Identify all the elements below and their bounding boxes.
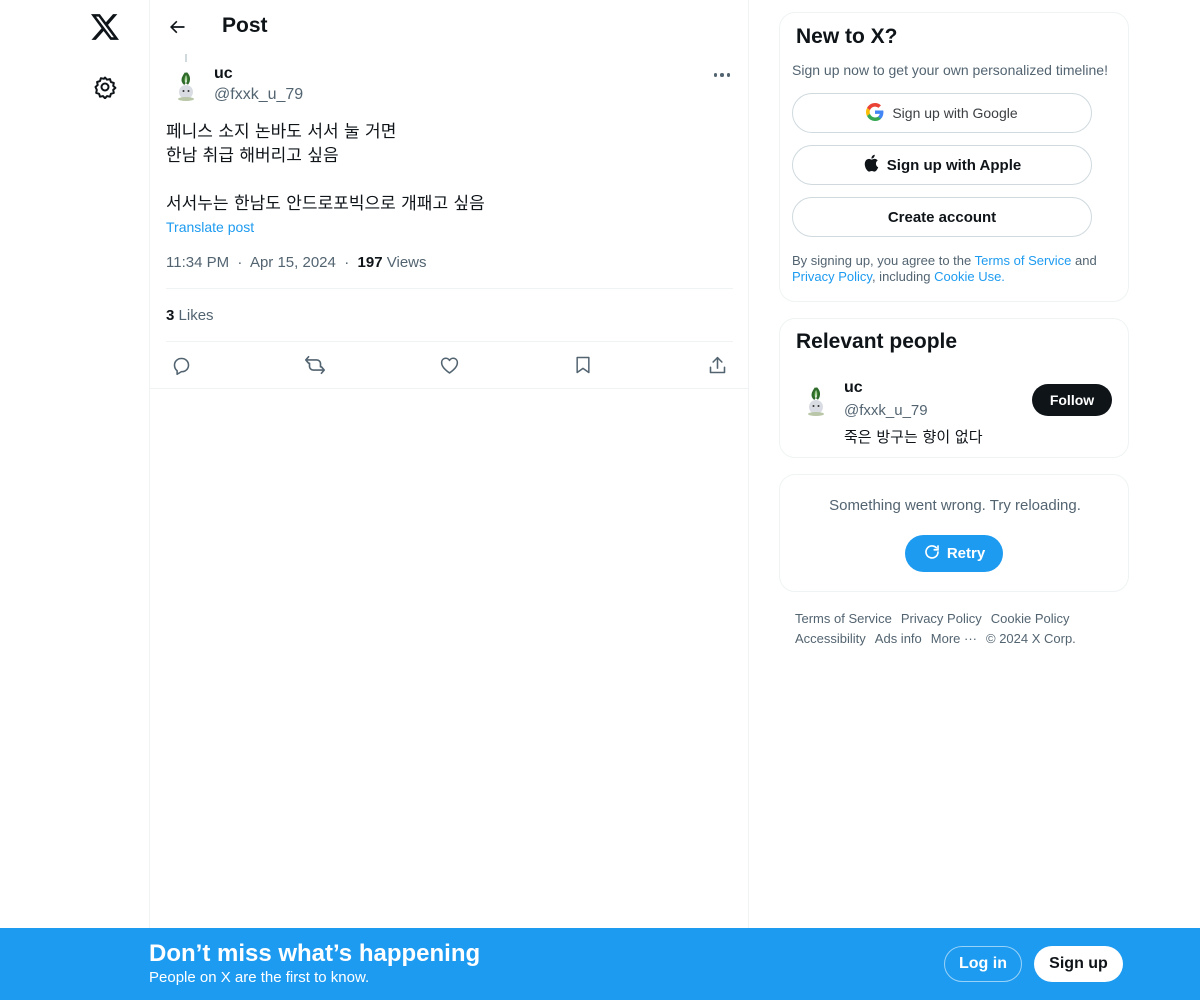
signup-card: New to X? Sign up now to get your own pe… <box>779 12 1129 302</box>
avatar[interactable] <box>166 64 206 104</box>
google-icon <box>866 102 884 124</box>
signup-subtitle: Sign up now to get your own personalized… <box>792 62 1108 78</box>
separator-dot: · <box>340 254 354 271</box>
likes-label: Likes <box>178 307 214 324</box>
signup-apple-button[interactable]: Sign up with Apple <box>792 145 1092 185</box>
footer-link[interactable]: Privacy Policy <box>901 611 982 626</box>
likes-count: 3 <box>166 307 175 324</box>
signup-button[interactable]: Sign up <box>1034 946 1123 982</box>
views-label: Views <box>386 254 427 271</box>
bottom-bar-title: Don’t miss what’s happening <box>149 940 481 967</box>
bottom-bar-subtitle: People on X are the first to know. <box>149 969 370 986</box>
author-name[interactable]: uc <box>214 65 233 83</box>
error-message: Something went wrong. Try reloading. <box>829 497 1081 514</box>
person-name[interactable]: uc <box>844 379 863 397</box>
divider <box>166 288 733 289</box>
retry-label: Retry <box>946 545 986 562</box>
login-button[interactable]: Log in <box>944 946 1022 982</box>
repost-icon[interactable] <box>303 353 327 377</box>
signup-legal-text: By signing up, you agree to the Terms of… <box>792 253 1122 285</box>
post-line: 한남 취급 해버리고 싶음 <box>166 146 339 166</box>
footer-link[interactable]: Ads info <box>875 631 922 646</box>
error-card: Something went wrong. Try reloading. Ret… <box>779 474 1129 592</box>
post-header: Post <box>150 0 749 54</box>
footer-link[interactable]: Cookie Policy <box>991 611 1070 626</box>
x-logo-icon[interactable] <box>90 12 120 42</box>
likes-row[interactable]: 3 Likes <box>166 307 214 324</box>
terms-link[interactable]: Terms of Service <box>975 253 1072 268</box>
retry-button[interactable]: Retry <box>905 535 1003 572</box>
create-account-button[interactable]: Create account <box>792 197 1092 237</box>
footer-more-link[interactable]: More ··· <box>931 631 977 646</box>
legal-text: By signing up, you agree to the <box>792 253 975 268</box>
person-bio: 죽은 방구는 향이 없다 <box>844 428 983 446</box>
left-nav <box>0 0 150 1000</box>
privacy-link[interactable]: Privacy Policy <box>792 269 872 284</box>
bottom-signup-bar: Don’t miss what’s happening People on X … <box>0 928 1200 1000</box>
signup-google-button[interactable]: Sign up with Google <box>792 93 1092 133</box>
thread-connector <box>185 54 187 62</box>
main-column: Post uc @fxxk_u_79 페니스 소지 논바도 서서 눌 거면 한남… <box>150 0 749 1000</box>
relevant-people-card: Relevant people uc @fxxk_u_79 죽은 방구는 향이 … <box>779 318 1129 458</box>
cookie-link[interactable]: Cookie Use. <box>934 269 1005 284</box>
author-handle[interactable]: @fxxk_u_79 <box>214 86 303 104</box>
follow-button[interactable]: Follow <box>1032 384 1112 416</box>
translate-post-link[interactable]: Translate post <box>166 219 254 235</box>
page-title: Post <box>222 14 268 37</box>
share-icon[interactable] <box>705 353 729 377</box>
post-meta: 11:34 PM · Apr 15, 2024 · 197 Views <box>166 254 427 271</box>
relevant-people-title: Relevant people <box>796 330 958 353</box>
post-line: 페니스 소지 논바도 서서 눌 거면 <box>166 122 397 142</box>
post-date[interactable]: Apr 15, 2024 <box>250 254 336 271</box>
post-line: 서서누는 한남도 안드로포빅으로 개패고 싶음 <box>166 194 485 214</box>
person-handle[interactable]: @fxxk_u_79 <box>844 402 928 419</box>
footer-links: Terms of Service Privacy Policy Cookie Pol… <box>795 609 1125 649</box>
post-actions <box>150 342 749 389</box>
signup-google-label: Sign up with Google <box>892 105 1018 121</box>
legal-text: , including <box>871 269 935 284</box>
apple-icon <box>863 154 879 176</box>
more-options-icon[interactable] <box>708 64 736 86</box>
avatar[interactable] <box>796 379 836 419</box>
legal-text: and <box>1071 253 1097 268</box>
arrow-left-icon[interactable] <box>164 14 190 40</box>
signup-title: New to X? <box>796 25 898 48</box>
footer-link[interactable]: Accessibility <box>795 631 866 646</box>
post-line <box>166 168 726 192</box>
like-icon[interactable] <box>437 353 461 377</box>
create-account-label: Create account <box>887 208 997 226</box>
refresh-icon <box>923 543 941 565</box>
post-text: 페니스 소지 논바도 서서 눌 거면 한남 취급 해버리고 싶음 서서누는 한남… <box>166 120 726 216</box>
views-count: 197 <box>357 254 383 271</box>
gear-icon[interactable] <box>92 74 118 100</box>
bookmark-icon[interactable] <box>571 353 595 377</box>
footer-link[interactable]: Terms of Service <box>795 611 892 626</box>
signup-apple-label: Sign up with Apple <box>886 156 1022 174</box>
reply-icon[interactable] <box>169 353 193 377</box>
post-time[interactable]: 11:34 PM <box>166 254 229 271</box>
copyright: © 2024 X Corp. <box>986 631 1076 646</box>
separator-dot: · <box>233 254 247 271</box>
